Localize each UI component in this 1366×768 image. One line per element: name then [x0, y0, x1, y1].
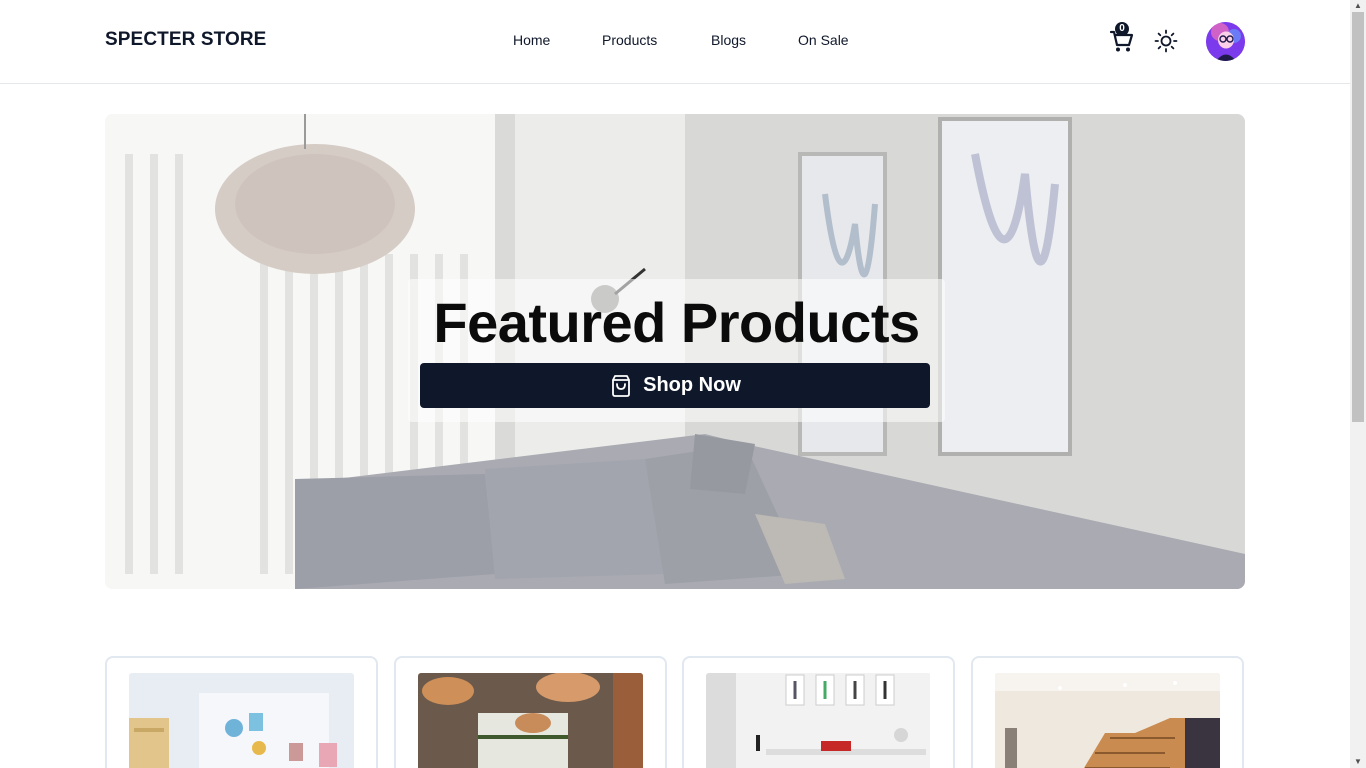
shop-now-button[interactable]: Shop Now — [420, 363, 930, 408]
product-image — [418, 673, 643, 768]
scroll-down-arrow[interactable]: ▼ — [1350, 756, 1366, 768]
sun-icon — [1154, 29, 1178, 53]
nav-link-on-sale[interactable]: On Sale — [798, 32, 849, 48]
scroll-thumb[interactable] — [1352, 12, 1364, 422]
nav-link-blogs[interactable]: Blogs — [711, 32, 746, 48]
product-card[interactable] — [971, 656, 1244, 768]
product-image — [706, 673, 931, 768]
product-image — [129, 673, 354, 768]
hero-title: Featured Products — [433, 291, 920, 354]
product-image — [995, 673, 1220, 768]
shopping-bag-icon — [612, 374, 631, 397]
page: SPECTER STORE Home Products Blogs On Sal… — [0, 0, 1350, 768]
product-card[interactable] — [394, 656, 667, 768]
product-card[interactable] — [105, 656, 378, 768]
cart-button[interactable]: 0 — [1109, 22, 1135, 54]
scroll-up-arrow[interactable]: ▲ — [1350, 0, 1366, 12]
cart-count-badge: 0 — [1115, 22, 1129, 36]
nav-link-products[interactable]: Products — [602, 32, 657, 48]
product-card[interactable] — [682, 656, 955, 768]
shop-now-label: Shop Now — [643, 374, 741, 396]
nav-link-home[interactable]: Home — [513, 32, 550, 48]
theme-toggle-button[interactable] — [1154, 29, 1178, 53]
page-scrollbar[interactable]: ▲ ▼ — [1350, 0, 1366, 768]
avatar[interactable] — [1206, 22, 1245, 61]
hero-banner: Featured Products Shop Now — [105, 114, 1245, 589]
main-nav: Home Products Blogs On Sale — [0, 32, 1350, 52]
navbar: SPECTER STORE Home Products Blogs On Sal… — [0, 0, 1350, 84]
avatar-image — [1206, 22, 1245, 61]
